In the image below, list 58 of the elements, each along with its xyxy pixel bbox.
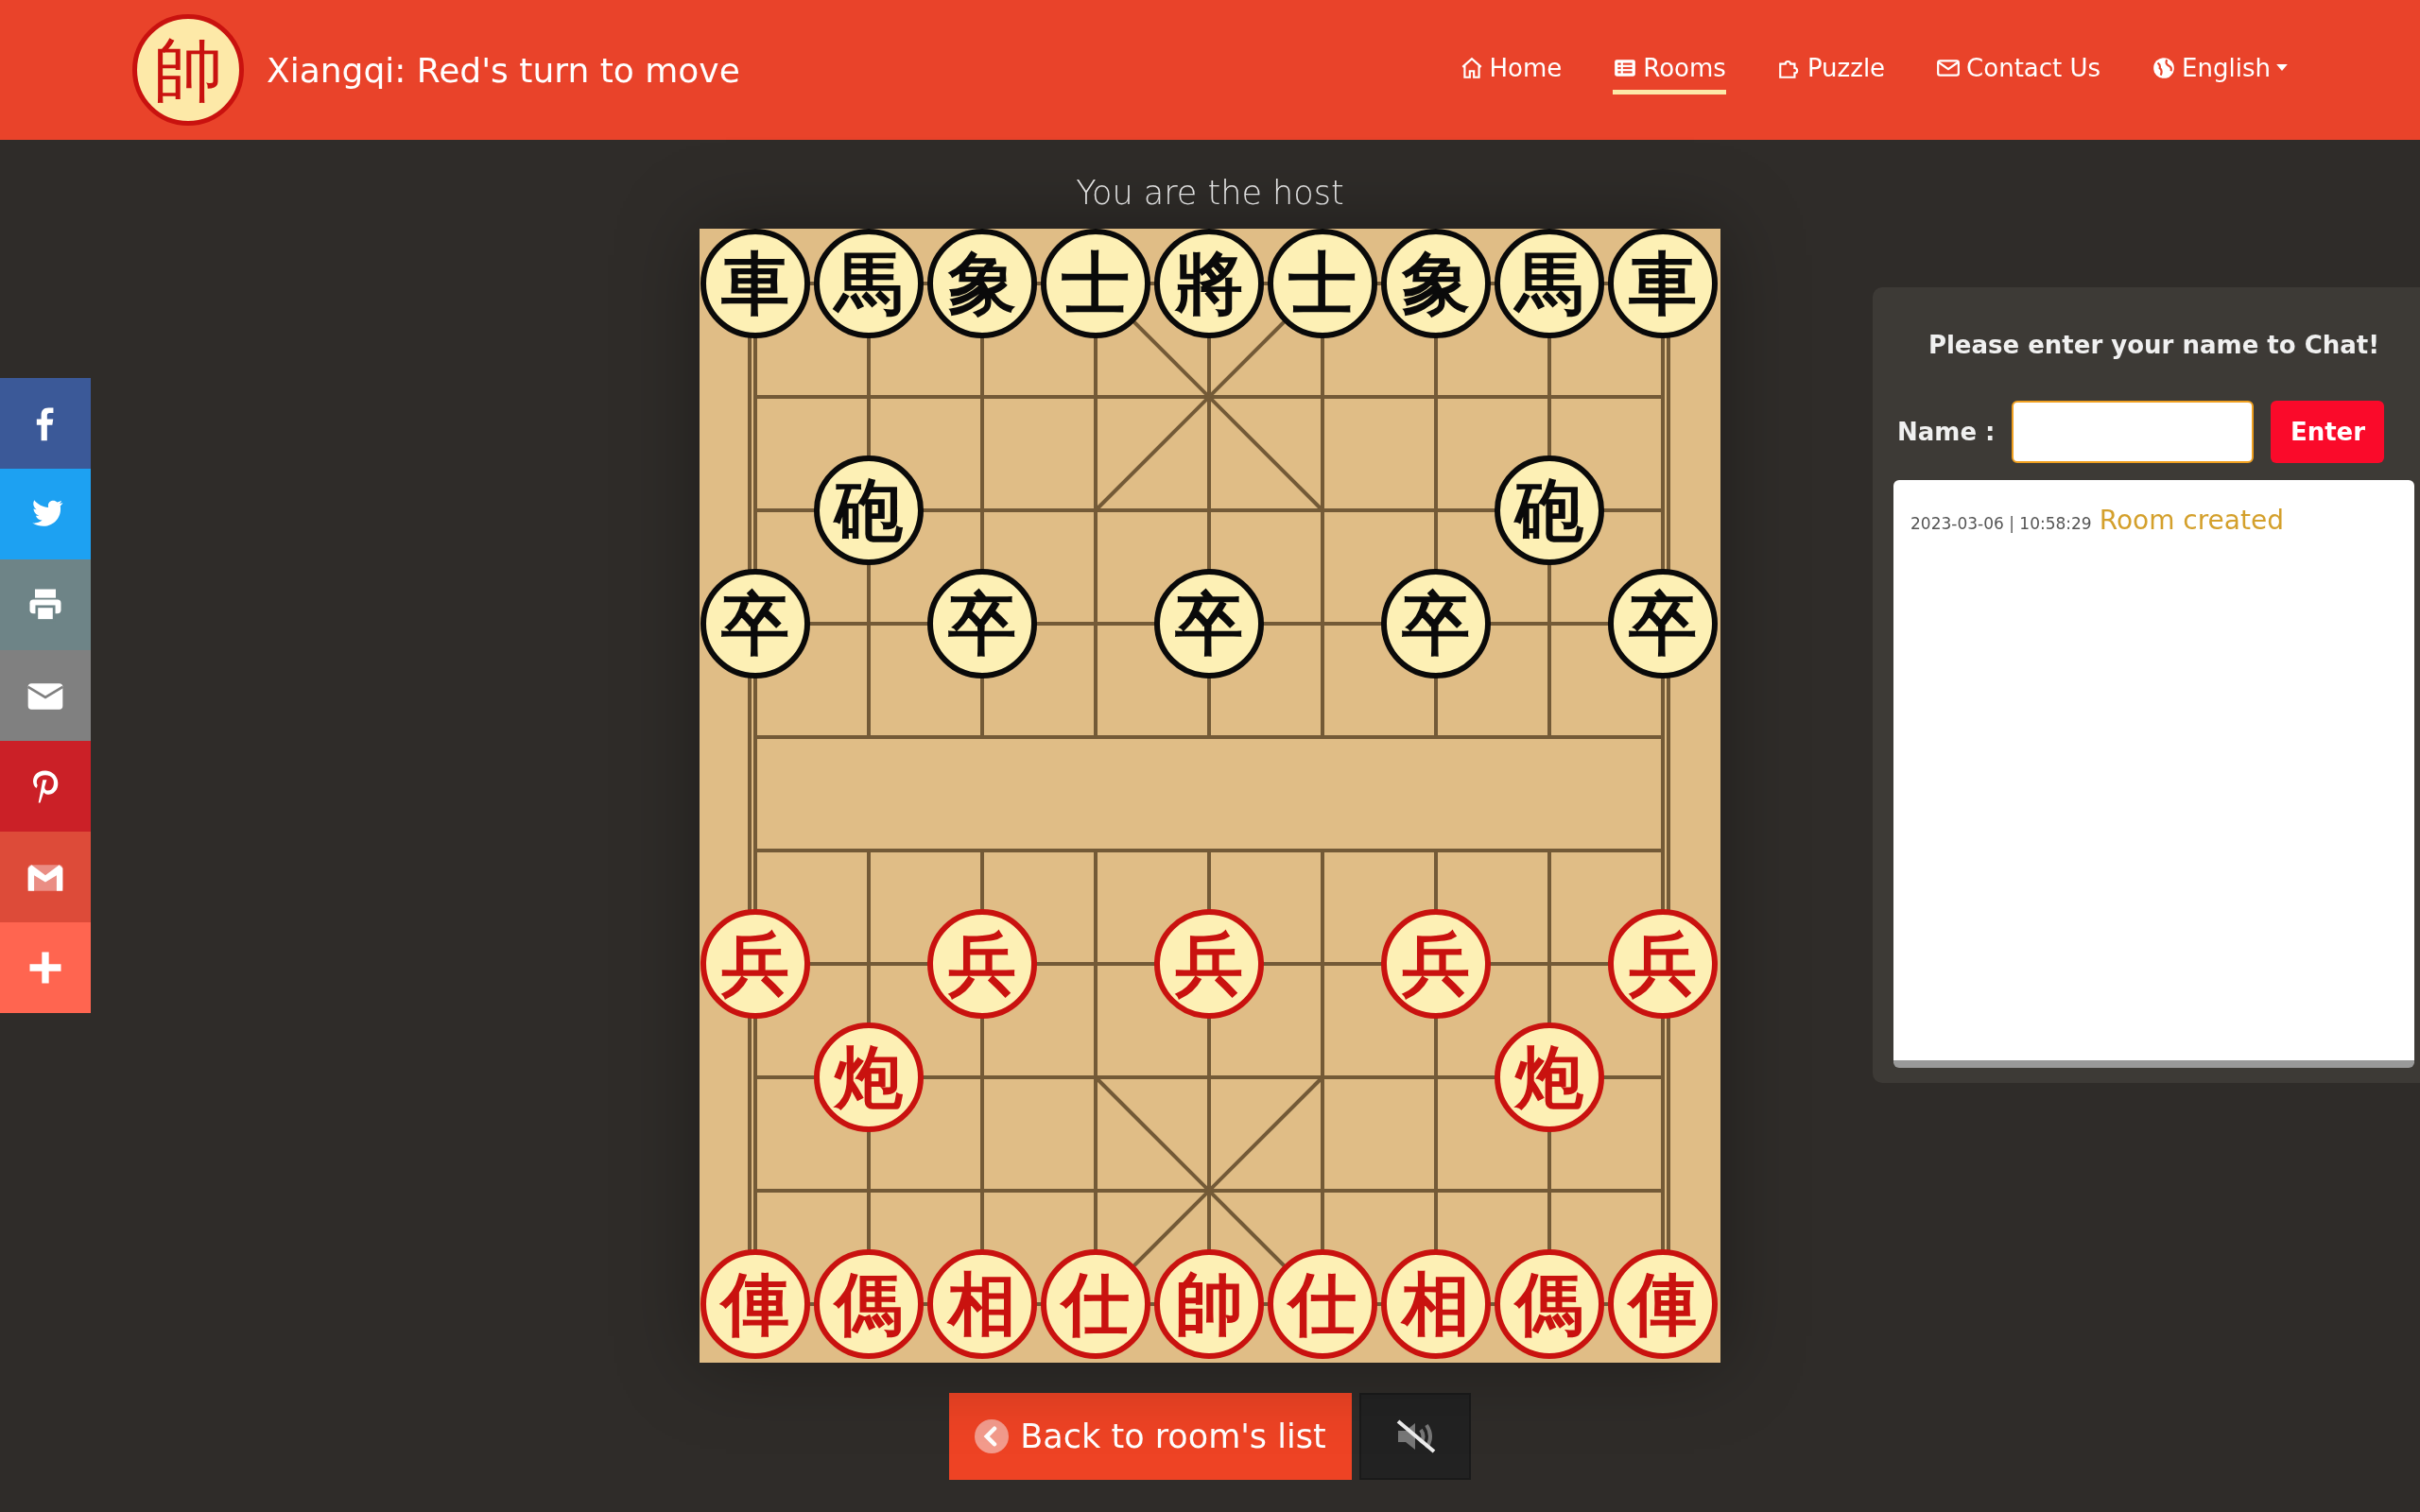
game-piece[interactable]: 兵 [1154, 909, 1264, 1019]
game-piece[interactable]: 卒 [700, 569, 810, 679]
game-piece[interactable]: 卒 [1154, 569, 1264, 679]
game-piece[interactable]: 兵 [1381, 909, 1491, 1019]
game-piece[interactable]: 相 [1381, 1249, 1491, 1359]
page-title: Xiangqi: Red's turn to move [267, 50, 740, 90]
game-piece[interactable]: 兵 [700, 909, 810, 1019]
globe-icon [2152, 55, 2177, 80]
game-piece[interactable]: 卒 [927, 569, 1037, 679]
chat-prompt: Please enter your name to Chat! [1927, 331, 2381, 359]
back-button[interactable]: Back to room's list [949, 1393, 1352, 1480]
game-piece[interactable]: 傌 [814, 1249, 924, 1359]
nav-link[interactable]: Puzzle [1776, 45, 1886, 94]
game-piece[interactable]: 俥 [700, 1249, 810, 1359]
game-piece[interactable]: 馬 [814, 229, 924, 338]
enter-button[interactable]: Enter [2271, 401, 2385, 463]
game-piece[interactable]: 士 [1041, 229, 1150, 338]
sound-button[interactable] [1359, 1393, 1471, 1480]
nav-link[interactable]: English [2152, 45, 2288, 94]
game-piece[interactable]: 卒 [1608, 569, 1718, 679]
game-piece[interactable]: 將 [1154, 229, 1264, 338]
game-piece[interactable]: 帥 [1154, 1249, 1264, 1359]
game-piece[interactable]: 炮 [1495, 1022, 1604, 1132]
game-piece[interactable]: 馬 [1495, 229, 1604, 338]
game-piece[interactable]: 象 [927, 229, 1037, 338]
share-button[interactable] [0, 922, 91, 1013]
message-text: Room created [2099, 505, 2284, 536]
game-piece[interactable]: 仕 [1041, 1249, 1150, 1359]
share-button[interactable] [0, 378, 91, 469]
game-piece[interactable]: 俥 [1608, 1249, 1718, 1359]
game-piece[interactable]: 兵 [1608, 909, 1718, 1019]
game-board[interactable]: 車 馬 象 士 將 士 象 馬 車 砲 砲 卒 卒 卒 卒 卒 兵 兵 兵 兵 兵 炮 炮 俥 傌 相 仕 帥 仕 相 傌 俥 [700, 229, 1720, 1363]
logo[interactable]: 帥 [132, 14, 244, 126]
game-piece[interactable]: 炮 [814, 1022, 924, 1132]
share-button[interactable] [0, 832, 91, 922]
game-piece[interactable]: 兵 [927, 909, 1037, 1019]
game-piece[interactable]: 相 [927, 1249, 1037, 1359]
nav-link[interactable]: Home [1459, 45, 1563, 94]
game-piece[interactable]: 士 [1268, 229, 1377, 338]
message-time: 2023-03-06 | 10:58:29 [1910, 514, 2092, 533]
game-piece[interactable]: 砲 [1495, 455, 1604, 565]
chevron-left-icon [975, 1419, 1010, 1453]
name-label: Name : [1897, 418, 1996, 446]
name-field[interactable] [2012, 401, 2255, 463]
nav-link[interactable]: Rooms [1613, 45, 1726, 94]
share-button[interactable] [0, 469, 91, 559]
game-piece[interactable]: 車 [1608, 229, 1718, 338]
game-piece[interactable]: 車 [700, 229, 810, 338]
share-button[interactable] [0, 650, 91, 741]
game-piece[interactable]: 卒 [1381, 569, 1491, 679]
share-button[interactable] [0, 559, 91, 650]
nav-link[interactable]: Contact Us [1936, 45, 2101, 94]
game-piece[interactable]: 砲 [814, 455, 924, 565]
role-text: You are the host [1076, 173, 1344, 214]
game-piece[interactable]: 傌 [1495, 1249, 1604, 1359]
share-button[interactable] [0, 741, 91, 832]
game-piece[interactable]: 象 [1381, 229, 1491, 338]
game-piece[interactable]: 仕 [1268, 1249, 1377, 1359]
